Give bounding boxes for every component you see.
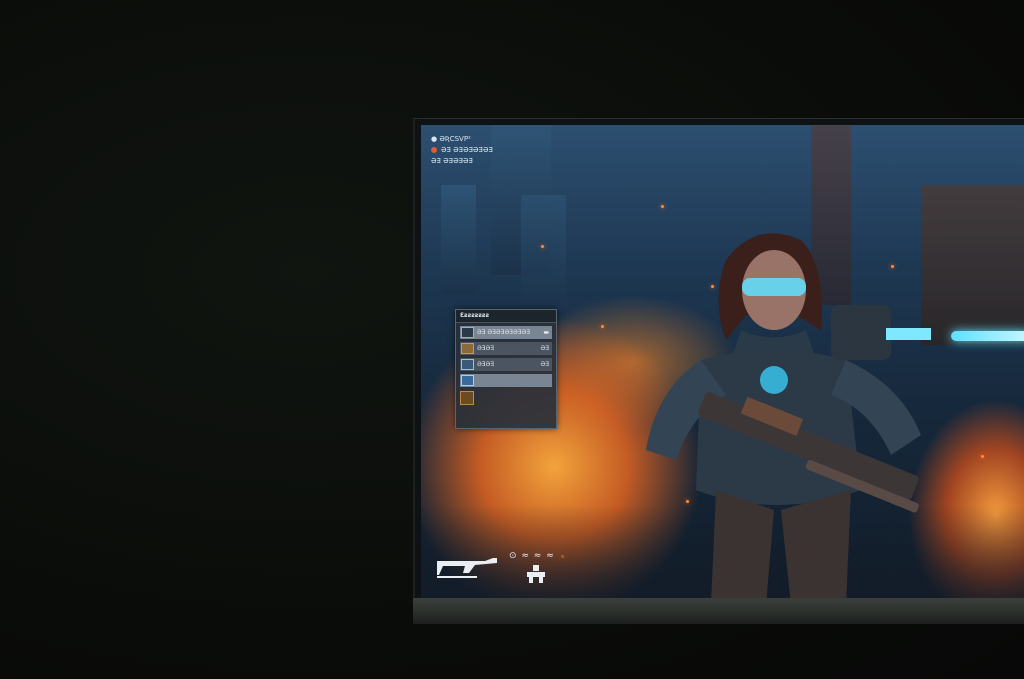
background-tower xyxy=(441,185,476,295)
item-value: ƏƎ xyxy=(540,345,549,352)
item-icon xyxy=(461,343,474,354)
item-label: ƏƎƏƎ xyxy=(477,345,495,352)
ember xyxy=(661,205,664,208)
ember xyxy=(601,325,604,328)
ammo-counter: ⊙ ≈ ≈ ≈ xyxy=(509,551,555,561)
item-value: ▬ xyxy=(543,329,549,336)
item-icon xyxy=(461,375,474,386)
hud-weapon: ⊙ ≈ ≈ ≈ xyxy=(435,547,565,587)
monitor-bezel-bottom xyxy=(413,598,1024,624)
item-label: ƏƎ ƏƎƏƎƏƎƏƎƏƎ xyxy=(477,329,530,336)
hud-line: ● ƏƦCSVP² xyxy=(431,134,471,143)
monitor: ● ƏƦCSVP² ƏƎ ƏƎƏƎƏƎƏƎ ƏƎ ƏƎƏƎƏƎ Ɛƨƨƨƨƨƨƨ… xyxy=(413,118,1024,599)
ember xyxy=(541,245,544,248)
inventory-panel[interactable]: Ɛƨƨƨƨƨƨƨ ƏƎ ƏƎƏƎƏƎƏƎƏƎ ▬ ƏƎƏƎ ƏƎ ƏƎƏƎ ƏƎ xyxy=(455,309,557,429)
hud-line: ƏƎ ƏƎƏƎƏƎ xyxy=(431,156,473,165)
laser-beam xyxy=(951,331,1024,341)
player-character xyxy=(646,233,931,599)
item-value: ƏƎ xyxy=(540,361,549,368)
inventory-item[interactable]: ƏƎ ƏƎƏƎƏƎƏƎƏƎ ▬ xyxy=(460,326,552,339)
inventory-item[interactable] xyxy=(460,374,552,387)
background-tower xyxy=(921,185,1024,345)
inventory-item[interactable]: ƏƎƏƎ ƏƎ xyxy=(460,358,552,371)
item-icon xyxy=(461,327,474,338)
gamepad-icon xyxy=(527,565,545,583)
background-tower xyxy=(521,195,566,315)
game-screen[interactable]: ● ƏƦCSVP² ƏƎ ƏƎƏƎƏƎƏƎ ƏƎ ƏƎƏƎƏƎ Ɛƨƨƨƨƨƨƨ… xyxy=(421,125,1024,599)
inventory-title: Ɛƨƨƨƨƨƨƨ xyxy=(456,310,556,323)
inventory-item[interactable]: ƏƎƏƎ ƏƎ xyxy=(460,342,552,355)
inventory-slot[interactable] xyxy=(460,391,474,405)
hud-line: ƏƎ ƏƎƏƎƏƎƏƎ xyxy=(431,144,493,155)
alert-icon xyxy=(431,146,437,153)
ember xyxy=(981,455,984,458)
visor xyxy=(742,278,806,296)
item-label: ƏƎƏƎ xyxy=(477,361,495,368)
item-icon xyxy=(461,359,474,370)
rifle-icon xyxy=(437,558,497,578)
hud-status: ● ƏƦCSVP² ƏƎ ƏƎƏƎƏƎƏƎ ƏƎ ƏƎƏƎƏƎ xyxy=(431,133,493,166)
